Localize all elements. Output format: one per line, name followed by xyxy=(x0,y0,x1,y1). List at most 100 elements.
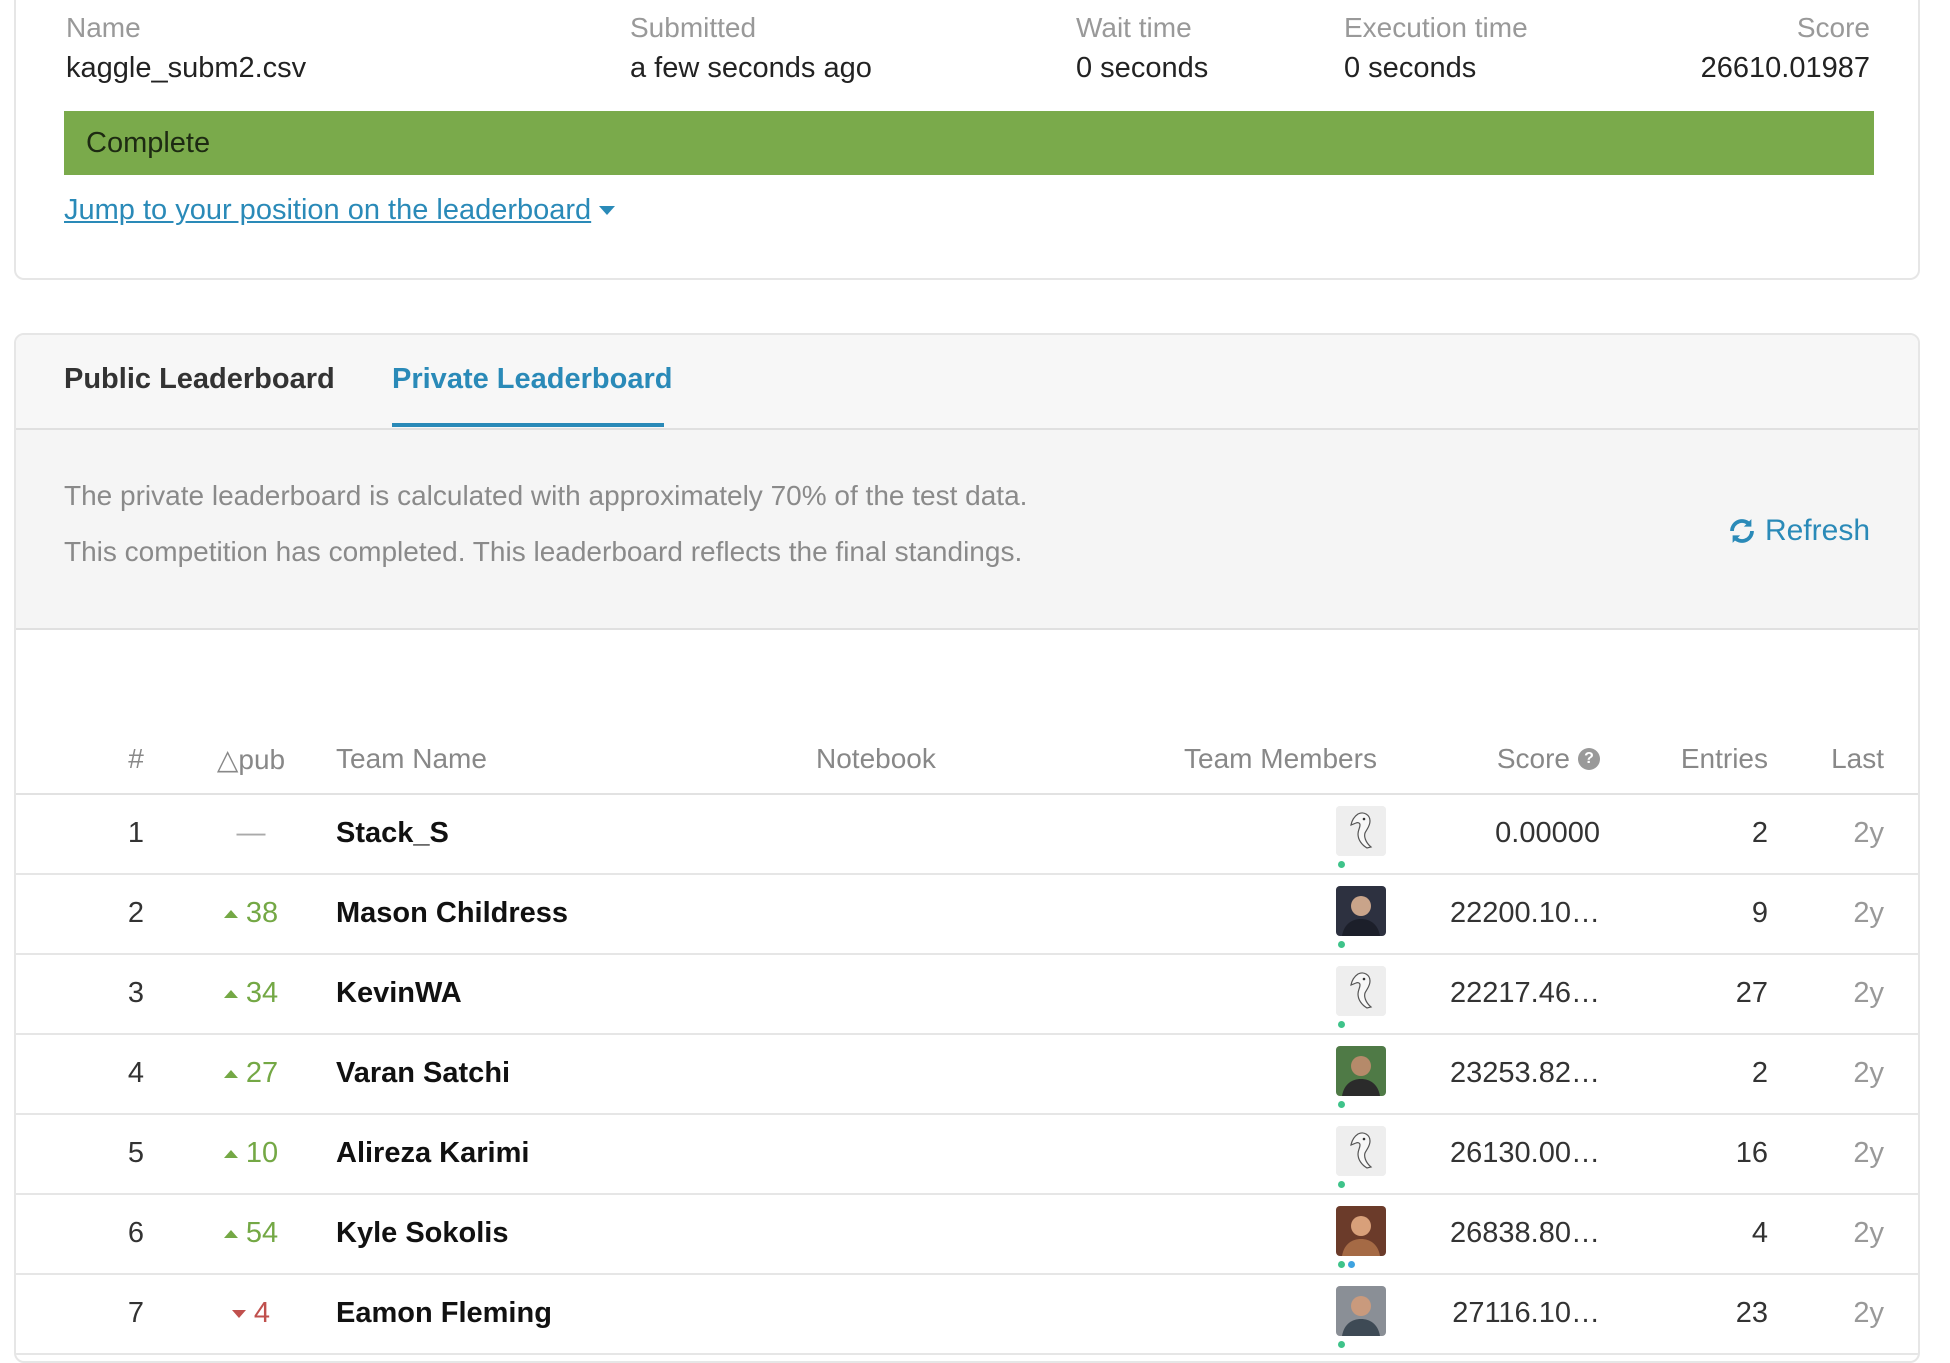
rank-cell: 1 xyxy=(127,817,145,849)
delta-value: 38 xyxy=(245,897,279,929)
delta-column-header: △pub xyxy=(216,744,286,775)
tier-dot-icon xyxy=(1338,941,1345,948)
delta-cell: 4 xyxy=(196,1297,306,1330)
table-row[interactable]: 2 38 Mason Childress 22200.10… 9 2y xyxy=(16,875,1918,955)
status-label: Complete xyxy=(86,126,211,159)
score-header: Score xyxy=(1796,12,1870,43)
team-members-column-header: Team Members xyxy=(1184,743,1377,774)
delta-cell: — xyxy=(196,817,306,850)
team-name-cell[interactable]: Alireza Karimi xyxy=(336,1137,529,1170)
tier-dot-icon xyxy=(1348,1261,1355,1268)
entries-cell: 27 xyxy=(1735,977,1768,1009)
last-cell: 2y xyxy=(1853,1057,1884,1089)
rank-cell: 7 xyxy=(127,1297,145,1329)
entries-cell: 2 xyxy=(1751,1057,1768,1089)
entries-cell: 9 xyxy=(1751,897,1768,929)
table-row[interactable]: 5 10 Alireza Karimi 26130.00… 16 2y xyxy=(16,1115,1918,1195)
rank-up-icon xyxy=(223,989,238,998)
notebook-column-header: Notebook xyxy=(816,743,936,774)
caret-down-icon xyxy=(599,206,616,215)
delta-cell: 34 xyxy=(196,977,306,1010)
table-row[interactable]: 1 — Stack_S 0.00000 2 2y xyxy=(16,795,1918,875)
delta-value: 34 xyxy=(245,977,279,1009)
team-member-avatar[interactable] xyxy=(1336,1126,1386,1176)
entries-column-header: Entries xyxy=(1680,743,1768,774)
tab-private-leaderboard[interactable]: Private Leaderboard xyxy=(392,363,672,396)
leaderboard-card: Public Leaderboard Private Leaderboard T… xyxy=(14,333,1920,1363)
tier-dot-icon xyxy=(1338,861,1345,868)
delta-value: 27 xyxy=(245,1057,279,1089)
score-column-header: Score ? xyxy=(1497,743,1600,775)
last-cell: 2y xyxy=(1853,897,1884,929)
table-row[interactable]: 6 54 Kyle Sokolis 26838.80… 4 2y xyxy=(16,1195,1918,1275)
info-text-data-split: The private leaderboard is calculated wi… xyxy=(64,480,1028,511)
rank-up-icon xyxy=(223,1229,238,1238)
team-member-avatar[interactable] xyxy=(1336,886,1386,936)
team-name-cell[interactable]: Stack_S xyxy=(336,817,449,850)
entries-cell: 2 xyxy=(1751,817,1768,849)
team-name-column-header: Team Name xyxy=(336,743,487,774)
rank-up-icon xyxy=(223,1149,238,1158)
score-cell: 23253.82… xyxy=(1450,1057,1600,1089)
rank-column-header: # xyxy=(128,743,144,774)
score-cell: 26838.80… xyxy=(1450,1217,1600,1249)
tier-dot-icon xyxy=(1338,1261,1345,1268)
delta-cell: 38 xyxy=(196,897,306,930)
rank-cell: 4 xyxy=(127,1057,145,1089)
tier-dot-icon xyxy=(1338,1021,1345,1028)
submission-card: Name Submitted Wait time Execution time … xyxy=(14,0,1920,280)
info-text-final-standings: This competition has completed. This lea… xyxy=(64,536,1023,567)
entries-cell: 16 xyxy=(1735,1137,1768,1169)
delta-cell: 10 xyxy=(196,1137,306,1170)
last-cell: 2y xyxy=(1853,1137,1884,1169)
rank-up-icon xyxy=(223,1069,238,1078)
last-column-header: Last xyxy=(1831,743,1884,774)
team-member-avatar[interactable] xyxy=(1336,1206,1386,1256)
submission-name: kaggle_subm2.csv xyxy=(66,52,307,84)
last-cell: 2y xyxy=(1853,1217,1884,1249)
tab-public-leaderboard[interactable]: Public Leaderboard xyxy=(64,363,335,396)
score-cell: 22217.46… xyxy=(1450,977,1600,1009)
team-member-avatar[interactable] xyxy=(1336,806,1386,856)
rank-cell: 2 xyxy=(127,897,145,929)
table-row[interactable]: 4 27 Varan Satchi 23253.82… 2 2y xyxy=(16,1035,1918,1115)
rank-cell: 6 xyxy=(127,1217,145,1249)
team-name-cell[interactable]: Eamon Fleming xyxy=(336,1297,552,1330)
refresh-button[interactable]: Refresh xyxy=(1727,514,1870,548)
help-icon[interactable]: ? xyxy=(1578,748,1600,770)
execution-time-value: 0 seconds xyxy=(1344,52,1477,84)
active-tab-indicator xyxy=(392,423,664,427)
execution-time-header: Execution time xyxy=(1344,12,1528,43)
table-row[interactable]: 3 34 KevinWA 22217.46… 27 2y xyxy=(16,955,1918,1035)
delta-cell: 54 xyxy=(196,1217,306,1250)
rank-cell: 3 xyxy=(127,977,145,1009)
team-name-cell[interactable]: KevinWA xyxy=(336,977,462,1010)
delta-value: 54 xyxy=(245,1217,279,1249)
submitted-value: a few seconds ago xyxy=(630,52,872,84)
jump-to-position-link[interactable]: Jump to your position on the leaderboard xyxy=(64,194,616,227)
entries-cell: 4 xyxy=(1751,1217,1768,1249)
tabs-bar: Public Leaderboard Private Leaderboard xyxy=(16,335,1918,430)
delta-value: — xyxy=(236,817,266,849)
team-name-cell[interactable]: Varan Satchi xyxy=(336,1057,510,1090)
name-header: Name xyxy=(66,12,141,43)
refresh-label: Refresh xyxy=(1764,514,1870,547)
delta-value: 10 xyxy=(245,1137,279,1169)
team-name-cell[interactable]: Mason Childress xyxy=(336,897,568,930)
rank-cell: 5 xyxy=(127,1137,145,1169)
table-row[interactable]: 7 4 Eamon Fleming 27116.10… 23 2y xyxy=(16,1275,1918,1355)
team-member-avatar[interactable] xyxy=(1336,966,1386,1016)
team-member-avatar[interactable] xyxy=(1336,1046,1386,1096)
status-bar: Complete xyxy=(64,111,1874,175)
team-member-avatar[interactable] xyxy=(1336,1286,1386,1336)
tier-dot-icon xyxy=(1338,1101,1345,1108)
team-name-cell[interactable]: Kyle Sokolis xyxy=(336,1217,508,1250)
jump-link-label: Jump to your position on the leaderboard xyxy=(64,194,592,226)
refresh-icon xyxy=(1730,519,1754,543)
wait-time-header: Wait time xyxy=(1076,12,1192,43)
score-cell: 0.00000 xyxy=(1495,817,1600,849)
rank-up-icon xyxy=(223,909,238,918)
submitted-header: Submitted xyxy=(630,12,757,43)
delta-value: 4 xyxy=(253,1297,271,1329)
rank-down-icon xyxy=(231,1309,246,1318)
